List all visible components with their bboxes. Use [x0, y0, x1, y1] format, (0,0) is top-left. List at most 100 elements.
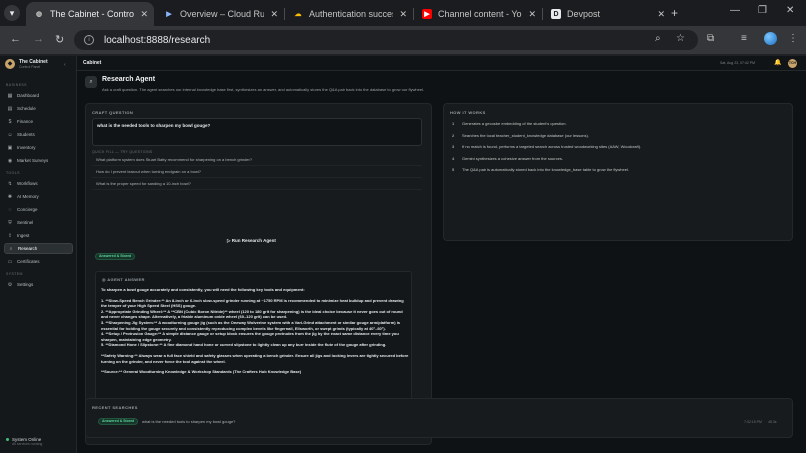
- how-step: 1 Generates a gecosbe embedding of the st…: [452, 121, 567, 126]
- bookmark-star-icon[interactable]: ☆: [676, 33, 685, 44]
- workflow-icon: ↯: [7, 180, 13, 187]
- section-label-system: SYSTEM: [6, 272, 23, 276]
- globe-icon: ◍: [35, 11, 43, 18]
- menu-kebab-icon[interactable]: ⋮: [788, 33, 798, 44]
- run-research-agent-button[interactable]: ▷ Run Research Agent: [227, 238, 276, 244]
- how-step: 3 If no match is found, performs a target…: [452, 144, 642, 149]
- sidebar-item-dashboard[interactable]: ▦ Dashboard: [4, 90, 73, 101]
- suggestion-item[interactable]: What platform system does Stuart Batty r…: [92, 157, 422, 166]
- certificate-icon: ▭: [7, 258, 13, 265]
- answer-heading: ◎ AGENT ANSWER: [102, 277, 145, 282]
- table-row[interactable]: Answered & Stored what is the needed too…: [92, 417, 780, 426]
- brain-icon: ✺: [7, 193, 13, 200]
- status-badge: Answered & Stored: [98, 418, 139, 425]
- sidebar-item-ingest[interactable]: ⇪ Ingest: [4, 230, 73, 241]
- tab-cabinet[interactable]: ◍ The Cabinet - Control Ce ✕: [26, 2, 154, 26]
- how-step: 5 The Q&A pair is automatically stored ba…: [452, 167, 629, 172]
- system-status: System Online All services running: [6, 437, 42, 446]
- agent-answer-card: ◎ AGENT ANSWER To sharpen a bowl gouge a…: [95, 271, 412, 417]
- breadcrumb: Cabinet: [83, 60, 102, 66]
- close-icon[interactable]: ✕: [657, 9, 665, 20]
- sidebar-item-sentinel[interactable]: ⛨ Sentinel: [4, 217, 73, 228]
- close-window-icon[interactable]: ✕: [786, 5, 794, 16]
- how-it-works-panel: HOW IT WORKS 1 Generates a gecosbe embedd…: [443, 103, 793, 241]
- tab-youtube[interactable]: ▶ Channel content - YouTub ✕: [414, 2, 542, 26]
- cloud-run-icon: ▶: [166, 11, 172, 18]
- close-icon[interactable]: ✕: [399, 9, 407, 20]
- sidebar-item-settings[interactable]: ⚙ Settings: [4, 279, 73, 290]
- datetime-label: Sat, Aug 23, 07:42 PM: [720, 61, 756, 65]
- tab-cloud-run[interactable]: ▶ Overview – Cloud Run – ✕: [156, 2, 284, 26]
- site-info-icon[interactable]: i: [84, 35, 94, 45]
- answer-paragraph: 1. **Slow-Speed Bench Grinder:** An 8-in…: [101, 297, 404, 348]
- suggestion-item[interactable]: What is the proper speed for sanding a 1…: [92, 181, 422, 190]
- recent-searches-panel: RECENT SEARCHES Answered & Stored what i…: [85, 398, 793, 438]
- sidebar-item-certificates[interactable]: ▭ Certificates: [4, 256, 73, 267]
- agent-icon: ◎: [102, 277, 106, 282]
- app: ◆ The Cabinet Control Panel ‹ BUSINESS ▦…: [0, 56, 806, 453]
- suggestion-item[interactable]: How do I prevent tearout when turning en…: [92, 169, 422, 178]
- section-label-business: BUSINESS: [6, 83, 27, 87]
- panel-heading: CRAFT QUESTION: [92, 110, 134, 115]
- youtube-icon: ▶: [422, 9, 432, 19]
- panel-heading: RECENT SEARCHES: [92, 405, 138, 410]
- users-icon: ☺: [7, 131, 13, 138]
- recent-duration: 48.3s: [768, 419, 777, 424]
- tab-devpost[interactable]: D Devpost ✕: [543, 2, 671, 26]
- reload-icon[interactable]: ↻: [55, 33, 64, 46]
- profile-avatar[interactable]: [764, 32, 777, 45]
- tab-authentication[interactable]: ☁ Authentication successfu ✕: [285, 2, 413, 26]
- status-dot-icon: [6, 438, 9, 441]
- close-icon[interactable]: ✕: [528, 9, 536, 20]
- restore-icon[interactable]: ❐: [758, 5, 767, 16]
- sidebar-item-ai-memory[interactable]: ✺ AI Memory: [4, 191, 73, 202]
- how-step: 2 Searches the local teacher_student_know…: [452, 133, 589, 138]
- recent-time: 7:32:15 PM: [744, 419, 762, 424]
- suggestions-label: QUICK FILL — TRY QUESTIONS: [92, 150, 153, 154]
- sidebar-item-research[interactable]: ⌕ Research: [4, 243, 73, 254]
- zoom-icon[interactable]: ⌕: [655, 33, 661, 44]
- question-input[interactable]: what is the needed tools to sharpen my b…: [92, 118, 422, 146]
- minimize-icon[interactable]: —: [730, 5, 740, 16]
- back-icon[interactable]: ←: [10, 33, 21, 45]
- page-title: Research Agent: [102, 76, 156, 83]
- brand: ◆ The Cabinet Control Panel: [5, 59, 48, 69]
- tab-search-button[interactable]: ▾: [4, 5, 20, 21]
- browser-chrome: ▾ ◍ The Cabinet - Control Ce ✕ ▶ Overvie…: [0, 0, 806, 56]
- address-bar[interactable]: i localhost:8888/research: [74, 30, 698, 50]
- app-topbar: Cabinet Sat, Aug 23, 07:42 PM 🔔 TCH: [77, 56, 806, 71]
- avatar[interactable]: TCH: [788, 59, 797, 68]
- upload-icon: ⇪: [7, 232, 13, 239]
- sidebar-item-students[interactable]: ☺ Students: [4, 129, 73, 140]
- brand-logo-icon: ◆: [5, 59, 15, 69]
- sidebar-item-market-surveys[interactable]: ◉ Market Surveys: [4, 155, 73, 166]
- bell-icon[interactable]: 🔔: [774, 59, 781, 66]
- answer-paragraph: To sharpen a bowl gouge accurately and c…: [101, 287, 305, 292]
- forward-icon[interactable]: →: [33, 33, 44, 45]
- close-icon[interactable]: ✕: [140, 9, 148, 20]
- sidebar: ◆ The Cabinet Control Panel ‹ BUSINESS ▦…: [0, 56, 77, 453]
- sidebar-item-finance[interactable]: $ Finance: [4, 116, 73, 127]
- tab-strip: ▾ ◍ The Cabinet - Control Ce ✕ ▶ Overvie…: [0, 0, 806, 26]
- sidebar-item-workflows[interactable]: ↯ Workflows: [4, 178, 73, 189]
- main-content: ⌕ Research Agent Ask a craft question. T…: [77, 71, 806, 453]
- sidebar-item-schedule[interactable]: ▤ Schedule: [4, 103, 73, 114]
- answer-body: To sharpen a bowl gouge accurately and c…: [101, 287, 409, 380]
- how-step: 4 Gemini synthesizes a cohesive answer fr…: [452, 156, 563, 161]
- status-badge: Answered & Stored: [95, 253, 136, 260]
- google-cloud-icon: ☁: [294, 11, 302, 18]
- close-icon[interactable]: ✕: [270, 9, 278, 20]
- sidebar-item-concierge[interactable]: ◌ Concierge: [4, 204, 73, 215]
- brand-subtitle: Control Panel: [19, 65, 41, 69]
- extensions-icon[interactable]: ⧉: [707, 33, 714, 44]
- survey-icon: ◉: [7, 157, 13, 164]
- collapse-sidebar-icon[interactable]: ‹: [64, 62, 66, 68]
- section-label-tools: TOOLS: [6, 171, 20, 175]
- box-icon: ▣: [7, 144, 13, 151]
- media-controls-icon[interactable]: ≡: [741, 33, 747, 44]
- panel-heading: HOW IT WORKS: [450, 110, 486, 115]
- new-tab-icon[interactable]: +: [671, 6, 678, 20]
- search-icon: ⌕: [9, 245, 13, 252]
- sidebar-item-inventory[interactable]: ▣ Inventory: [4, 142, 73, 153]
- search-icon: ⌕: [85, 76, 97, 88]
